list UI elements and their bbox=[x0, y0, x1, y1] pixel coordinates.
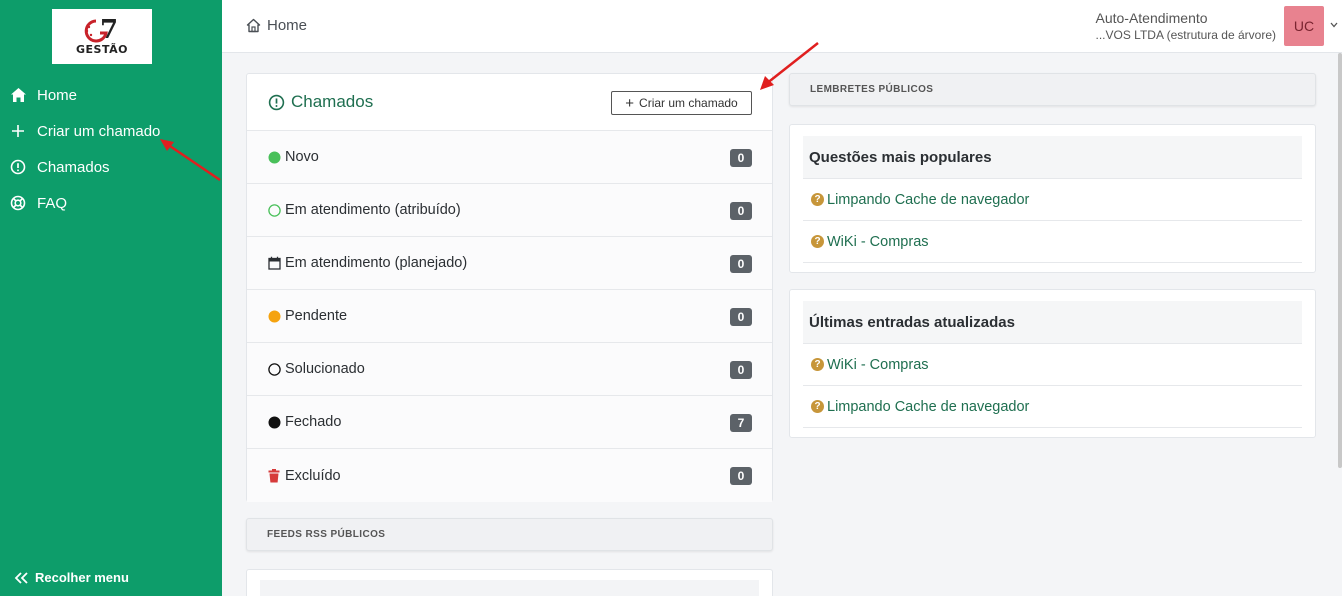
status-label: Em atendimento (atribuído) bbox=[285, 202, 461, 218]
user-entity: ...VOS LTDA (estrutura de árvore) bbox=[1095, 28, 1276, 42]
logo[interactable]: 7 GESTÃO bbox=[52, 9, 152, 64]
trash-icon bbox=[267, 468, 281, 483]
sidebar-item-tickets[interactable]: Chamados bbox=[0, 149, 222, 185]
status-new-icon bbox=[267, 150, 281, 164]
question-icon: ? bbox=[811, 358, 824, 371]
plus-icon: + bbox=[625, 94, 635, 112]
ticket-status-row-new[interactable]: Novo 0 bbox=[247, 131, 772, 184]
ticket-status-row-assigned[interactable]: Em atendimento (atribuído) 0 bbox=[247, 184, 772, 237]
count-badge: 0 bbox=[730, 467, 752, 485]
avatar[interactable]: UC bbox=[1284, 6, 1324, 46]
status-label: Excluído bbox=[285, 467, 341, 484]
feeds-card bbox=[246, 569, 773, 596]
double-chevron-left-icon bbox=[14, 571, 29, 584]
faq-item-label: Limpando Cache de navegador bbox=[827, 191, 1030, 208]
sidebar: 7 GESTÃO Home Criar um chamado Chamados bbox=[0, 0, 222, 596]
breadcrumb-home: Home bbox=[267, 17, 308, 34]
feeds-content bbox=[260, 580, 759, 596]
top-header: Home Auto-Atendimento ...VOS LTDA (estru… bbox=[222, 0, 1342, 53]
page-scrollbar[interactable] bbox=[1338, 53, 1342, 468]
reminders-section-header[interactable]: LEMBRETES PÚBLICOS bbox=[789, 73, 1316, 106]
faq-recent-title: Últimas entradas atualizadas bbox=[803, 301, 1302, 344]
count-badge: 0 bbox=[730, 361, 752, 379]
faq-item-label: Limpando Cache de navegador bbox=[827, 398, 1030, 415]
user-info[interactable]: Auto-Atendimento ...VOS LTDA (estrutura … bbox=[1095, 10, 1276, 42]
ticket-status-row-planned[interactable]: Em atendimento (planejado) 0 bbox=[247, 237, 772, 290]
status-label: Em atendimento (planejado) bbox=[285, 255, 468, 271]
sidebar-item-create-ticket[interactable]: Criar um chamado bbox=[0, 113, 222, 149]
status-assigned-icon bbox=[267, 203, 281, 217]
user-name: Auto-Atendimento bbox=[1095, 10, 1208, 26]
create-ticket-label: Criar um chamado bbox=[639, 96, 738, 110]
collapse-menu-label: Recolher menu bbox=[35, 570, 129, 585]
ticket-status-row-closed[interactable]: Fechado 7 bbox=[247, 396, 772, 449]
plus-icon bbox=[9, 122, 27, 140]
faq-item[interactable]: ? WiKi - Compras bbox=[803, 221, 1302, 263]
calendar-icon bbox=[267, 256, 281, 270]
tickets-card-header: Chamados + Criar um chamado bbox=[247, 74, 772, 131]
sidebar-item-label: Chamados bbox=[37, 158, 110, 176]
count-badge: 0 bbox=[730, 202, 752, 220]
status-pending-icon bbox=[267, 309, 281, 323]
alert-circle-icon bbox=[9, 158, 27, 176]
faq-popular-card: Questões mais populares ? Limpando Cache… bbox=[789, 124, 1316, 273]
ticket-status-row-deleted[interactable]: Excluído 0 bbox=[247, 449, 772, 502]
sidebar-item-label: FAQ bbox=[37, 194, 68, 212]
sidebar-item-label: Home bbox=[37, 86, 78, 104]
count-badge: 0 bbox=[730, 308, 752, 326]
home-outline-icon bbox=[246, 18, 261, 33]
faq-item[interactable]: ? WiKi - Compras bbox=[803, 344, 1302, 386]
ticket-status-row-solved[interactable]: Solucionado 0 bbox=[247, 343, 772, 396]
chevron-down-icon[interactable] bbox=[1330, 20, 1338, 31]
faq-item-label: WiKi - Compras bbox=[827, 233, 929, 250]
create-ticket-button[interactable]: + Criar um chamado bbox=[611, 91, 752, 115]
logo-seven: 7 bbox=[100, 15, 119, 45]
faq-item-label: WiKi - Compras bbox=[827, 356, 929, 373]
ticket-status-row-pending[interactable]: Pendente 0 bbox=[247, 290, 772, 343]
sidebar-nav: Home Criar um chamado Chamados FAQ bbox=[0, 77, 222, 221]
faq-recent-card: Últimas entradas atualizadas ? WiKi - Co… bbox=[789, 289, 1316, 438]
faq-item[interactable]: ? Limpando Cache de navegador bbox=[803, 386, 1302, 428]
breadcrumb[interactable]: Home bbox=[246, 17, 307, 34]
status-closed-icon bbox=[267, 415, 281, 429]
status-label: Solucionado bbox=[285, 361, 365, 377]
collapse-menu-button[interactable]: Recolher menu bbox=[14, 570, 129, 585]
count-badge: 0 bbox=[730, 255, 752, 273]
question-icon: ? bbox=[811, 235, 824, 248]
status-solved-icon bbox=[267, 362, 281, 376]
sidebar-item-label: Criar um chamado bbox=[37, 122, 161, 140]
sidebar-item-home[interactable]: Home bbox=[0, 77, 222, 113]
status-label: Pendente bbox=[285, 308, 348, 324]
sidebar-item-faq[interactable]: FAQ bbox=[0, 185, 222, 221]
faq-popular-title: Questões mais populares bbox=[803, 136, 1302, 179]
tickets-title: Chamados bbox=[268, 92, 373, 112]
lifebuoy-icon bbox=[9, 194, 27, 212]
status-label: Novo bbox=[285, 149, 319, 165]
count-badge: 7 bbox=[730, 414, 752, 432]
tickets-card: Chamados + Criar um chamado Novo 0 Em at… bbox=[246, 73, 773, 502]
faq-item[interactable]: ? Limpando Cache de navegador bbox=[803, 179, 1302, 221]
count-badge: 0 bbox=[730, 149, 752, 167]
alert-circle-icon bbox=[268, 94, 285, 111]
question-icon: ? bbox=[811, 193, 824, 206]
tickets-title-text: Chamados bbox=[291, 92, 374, 111]
status-label: Fechado bbox=[285, 414, 342, 430]
feeds-section-header[interactable]: FEEDS RSS PÚBLICOS bbox=[246, 518, 773, 551]
logo-mark: 7 bbox=[82, 15, 122, 45]
question-icon: ? bbox=[811, 400, 824, 413]
home-icon bbox=[9, 86, 27, 104]
